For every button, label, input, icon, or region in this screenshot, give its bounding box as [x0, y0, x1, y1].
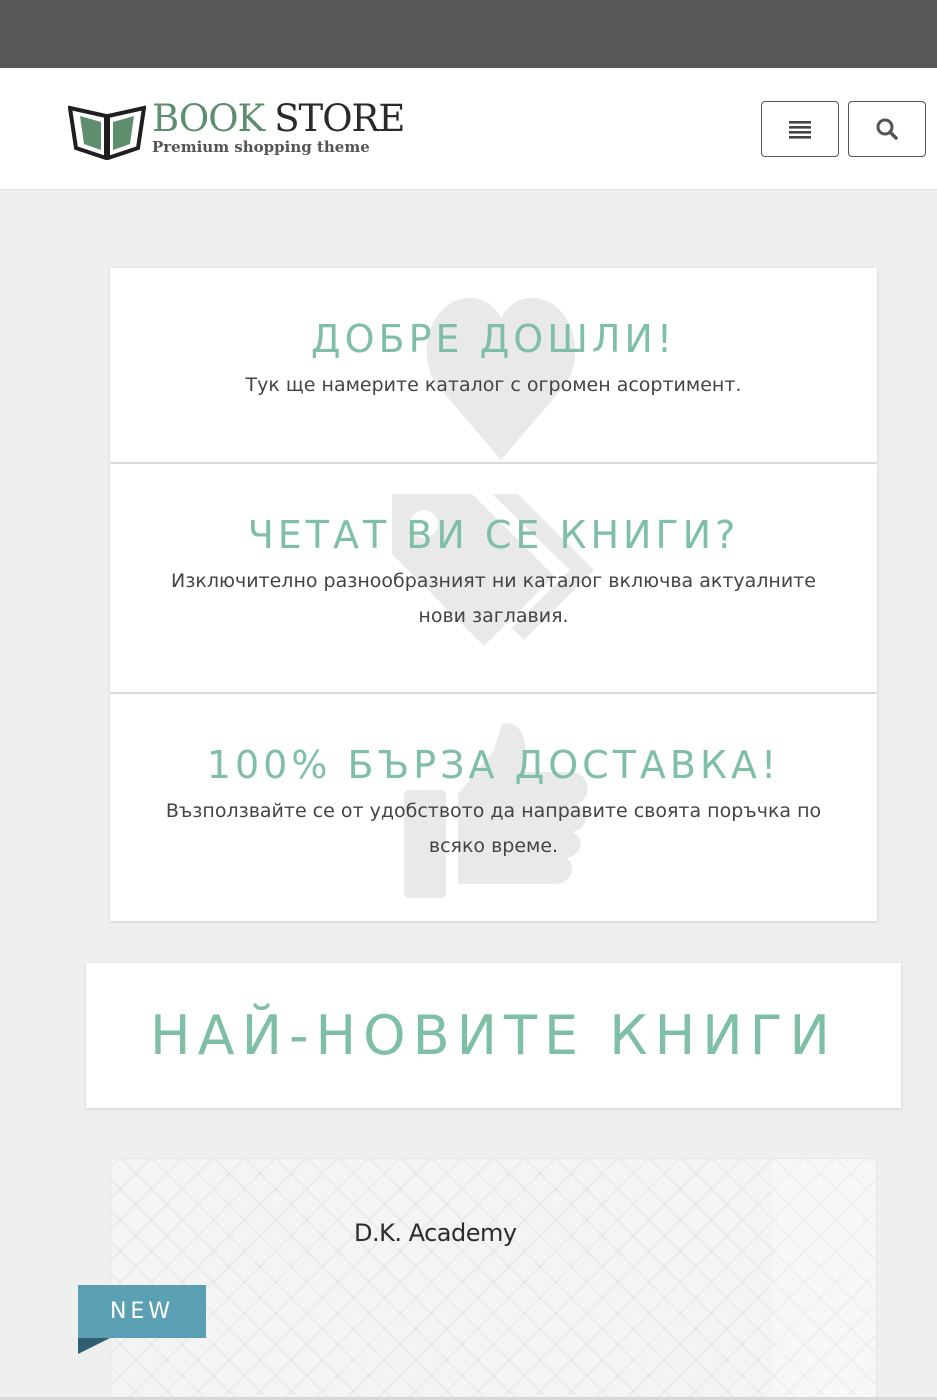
badge-ribbon-fold [78, 1338, 110, 1354]
product-brand-text: D.K. Academy [354, 1219, 517, 1247]
search-toggle-button[interactable] [848, 101, 926, 157]
feature-title: 100% БЪРЗА ДОСТАВКА! [206, 743, 781, 787]
latest-books-header: НАЙ-НОВИТЕ КНИГИ [86, 963, 901, 1108]
hamburger-menu-icon [789, 121, 811, 139]
feature-books: ЧЕТАТ ВИ СЕ КНИГИ? Изключително разнообр… [110, 464, 877, 692]
product-card[interactable]: D.K. Academy [110, 1158, 877, 1400]
product-image-edge [772, 1159, 876, 1399]
feature-title: ДОБРЕ ДОШЛИ! [310, 317, 677, 361]
top-bar [0, 0, 937, 68]
feature-title: ЧЕТАТ ВИ СЕ КНИГИ? [247, 513, 740, 557]
feature-text: Тук ще намерите каталог с огромен асорти… [245, 374, 742, 396]
feature-text: Изключително разнообразният ни каталог в… [171, 570, 816, 627]
logo-wordmark: BOOK STORE [152, 97, 405, 140]
feature-welcome: ДОБРЕ ДОШЛИ! Тук ще намерите каталог с о… [110, 268, 877, 462]
site-header: BOOK STORE Premium shopping theme [0, 68, 937, 190]
feature-text: Възползвайте се от удобството да направи… [165, 800, 822, 857]
logo-tagline: Premium shopping theme [152, 138, 370, 156]
site-logo[interactable]: BOOK STORE Premium shopping theme [68, 98, 405, 160]
search-icon [876, 118, 898, 140]
new-badge: NEW [78, 1285, 206, 1338]
book-logo-icon [68, 105, 146, 160]
section-title: НАЙ-НОВИТЕ КНИГИ [150, 1004, 837, 1067]
menu-toggle-button[interactable] [761, 101, 839, 157]
feature-delivery: 100% БЪРЗА ДОСТАВКА! Възползвайте се от … [110, 694, 877, 921]
